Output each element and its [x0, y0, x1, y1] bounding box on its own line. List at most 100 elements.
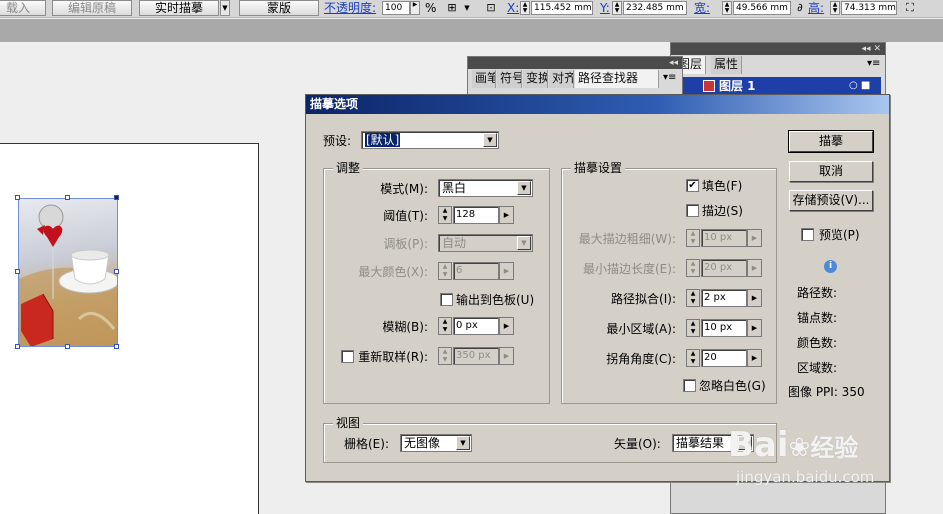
ignore-white-label[interactable]: 忽略白色(G) [699, 379, 766, 393]
x-stepper[interactable]: ▲ ▼ [520, 1, 530, 15]
max-stroke-weight-stepper[interactable]: ▲ ▼ [686, 229, 700, 247]
width-input[interactable]: 49.566 mm [733, 1, 791, 15]
max-colors-stepper[interactable]: ▲ ▼ [438, 262, 452, 280]
threshold-input[interactable]: 128 [453, 206, 499, 224]
place-button[interactable]: 载入 [0, 0, 46, 16]
link-icon[interactable]: ∂ [793, 1, 807, 15]
edit-original-button[interactable]: 编辑原稿 [52, 0, 132, 16]
path-fitting-input[interactable]: 2 px [701, 289, 747, 307]
corner-angle-field[interactable]: ▲ ▼ 20 ▶ [686, 349, 762, 367]
min-area-stepper[interactable]: ▲ ▼ [686, 319, 700, 337]
collapse-icon[interactable]: ◂◂ [862, 44, 871, 54]
collapse-icon[interactable]: ◂◂ [669, 58, 678, 68]
path-fitting-slider-icon[interactable]: ▶ [747, 289, 762, 307]
resample-input[interactable]: 350 px [453, 347, 499, 365]
y-label[interactable]: Y: [600, 1, 610, 15]
output-swatches-label[interactable]: 输出到色板(U) [456, 293, 534, 307]
layer-row[interactable]: 图层 1 ○ ■ [679, 77, 881, 95]
path-fitting-stepper[interactable]: ▲ ▼ [686, 289, 700, 307]
height-input[interactable]: 74.313 mm [841, 1, 897, 15]
resample-stepper[interactable]: ▲ ▼ [438, 347, 452, 365]
trace-button[interactable]: 描摹 [788, 130, 874, 153]
selection-handle[interactable] [114, 269, 119, 274]
max-stroke-weight-field[interactable]: ▲ ▼ 10 px ▶ [686, 229, 762, 247]
placed-image[interactable] [18, 198, 118, 347]
tab-symbols[interactable]: 符号 [497, 70, 522, 88]
chevron-down-icon[interactable]: ▼ [517, 181, 531, 195]
min-stroke-length-input[interactable]: 20 px [701, 259, 747, 277]
resample-checkbox[interactable] [341, 350, 354, 363]
live-trace-button[interactable]: 实时描摹 [139, 0, 219, 16]
y-input[interactable]: 232.485 mm [623, 1, 687, 15]
y-stepper[interactable]: ▲ ▼ [612, 1, 622, 15]
min-area-field[interactable]: ▲ ▼ 10 px ▶ [686, 319, 762, 337]
path-fitting-field[interactable]: ▲ ▼ 2 px ▶ [686, 289, 762, 307]
min-stroke-length-stepper[interactable]: ▲ ▼ [686, 259, 700, 277]
width-label[interactable]: 宽: [694, 1, 710, 15]
layer-name[interactable]: 图层 1 [719, 77, 756, 95]
blur-stepper[interactable]: ▲ ▼ [438, 317, 452, 335]
selection-handle[interactable] [65, 195, 70, 200]
max-colors-slider-icon[interactable]: ▶ [499, 262, 514, 280]
fill-checkbox[interactable]: ✔ [686, 179, 699, 192]
resample-label[interactable]: 重新取样(R): [356, 350, 428, 364]
max-colors-input[interactable]: 6 [453, 262, 499, 280]
opacity-input[interactable]: 100 [382, 1, 410, 15]
height-label[interactable]: 高: [808, 1, 824, 15]
selection-handle[interactable] [114, 344, 119, 349]
save-preset-button[interactable]: 存储预设(V)... [789, 190, 873, 211]
min-area-slider-icon[interactable]: ▶ [747, 319, 762, 337]
corner-angle-slider-icon[interactable]: ▶ [747, 349, 762, 367]
reference-point-icon[interactable]: ⊡ [484, 1, 498, 15]
threshold-stepper[interactable]: ▲ ▼ [438, 206, 452, 224]
selection-handle[interactable] [15, 344, 20, 349]
chevron-down-icon[interactable]: ▼ [460, 1, 474, 15]
resample-field[interactable]: ▲ ▼ 350 px ▶ [438, 347, 514, 365]
corner-angle-input[interactable]: 20 [701, 349, 747, 367]
preview-label[interactable]: 预览(P) [819, 228, 860, 242]
live-trace-dropdown-icon[interactable]: ▼ [220, 0, 230, 16]
dialog-title[interactable]: 描摹选项 [306, 95, 889, 114]
panel-menu-icon[interactable]: ▾≡ [663, 71, 676, 85]
blur-input[interactable]: 0 px [453, 317, 499, 335]
preview-checkbox[interactable] [801, 228, 814, 241]
corner-angle-stepper[interactable]: ▲ ▼ [686, 349, 700, 367]
mask-button[interactable]: 蒙版 [239, 0, 319, 16]
x-label[interactable]: X: [507, 1, 519, 15]
palette-select[interactable]: 自动 ▼ [438, 234, 533, 252]
chevron-down-icon[interactable]: ▼ [483, 133, 497, 147]
tab-align[interactable]: 对齐 [549, 70, 574, 88]
output-swatches-checkbox[interactable] [440, 293, 453, 306]
x-input[interactable]: 115.452 mm [531, 1, 593, 15]
close-icon[interactable]: ✕ [873, 44, 881, 54]
selection-handle[interactable] [114, 195, 119, 200]
max-colors-field[interactable]: ▲ ▼ 6 ▶ [438, 262, 514, 280]
opacity-label[interactable]: 不透明度: [324, 1, 376, 15]
blur-slider-icon[interactable]: ▶ [499, 317, 514, 335]
fill-label[interactable]: 填色(F) [702, 179, 742, 193]
cancel-button[interactable]: 取消 [789, 161, 873, 182]
tab-attributes[interactable]: 属性 [711, 56, 743, 74]
target-circle-icon[interactable]: ○ ■ [849, 77, 870, 95]
tab-brushes[interactable]: 画笔 [472, 70, 496, 88]
preset-select[interactable]: [默认] ▼ [361, 131, 499, 149]
max-stroke-weight-slider-icon[interactable]: ▶ [747, 229, 762, 247]
opacity-dropdown-icon[interactable]: ▶ [410, 1, 420, 15]
tab-pathfinder[interactable]: 路径查找器 [575, 70, 659, 88]
width-stepper[interactable]: ▲ ▼ [722, 1, 732, 15]
selection-handle[interactable] [15, 195, 20, 200]
selection-handle[interactable] [15, 269, 20, 274]
min-area-input[interactable]: 10 px [701, 319, 747, 337]
transform-icon[interactable]: ⛶ [903, 1, 917, 15]
min-stroke-length-field[interactable]: ▲ ▼ 20 px ▶ [686, 259, 762, 277]
stroke-checkbox[interactable] [686, 204, 699, 217]
mode-select[interactable]: 黑白 ▼ [438, 179, 533, 197]
chevron-down-icon[interactable]: ▼ [456, 436, 470, 450]
threshold-slider-icon[interactable]: ▶ [499, 206, 514, 224]
ignore-white-checkbox[interactable] [683, 379, 696, 392]
resample-slider-icon[interactable]: ▶ [499, 347, 514, 365]
stroke-label[interactable]: 描边(S) [702, 204, 743, 218]
chevron-down-icon[interactable]: ▼ [517, 236, 531, 250]
tab-transform[interactable]: 变换 [523, 70, 548, 88]
align-grid-icon[interactable]: ⊞ [445, 1, 459, 15]
